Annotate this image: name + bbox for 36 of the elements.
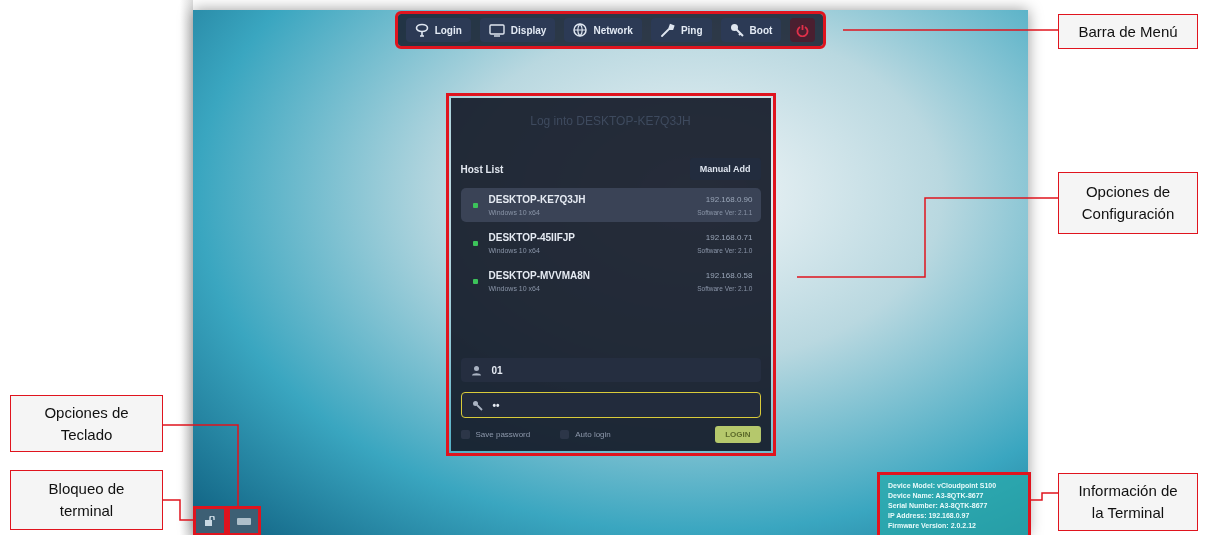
keyboard-icon xyxy=(237,517,251,525)
user-icon xyxy=(470,364,482,376)
monitor-icon xyxy=(488,23,505,37)
key-icon xyxy=(471,399,483,411)
cloud-icon xyxy=(414,23,429,37)
globe-icon xyxy=(573,23,588,37)
checkbox-option[interactable]: Save password xyxy=(460,430,531,439)
username-field[interactable]: 01 xyxy=(460,358,761,382)
manual-add-button[interactable]: Manual Add xyxy=(689,158,761,180)
callout-label: Opciones de Teclado xyxy=(10,395,163,452)
menu-button[interactable]: Boot xyxy=(720,18,782,42)
callout-label: Bloqueo de terminal xyxy=(10,470,163,530)
host-name: DESKTOP-KE7Q3JH xyxy=(488,194,587,205)
host-name: DESKTOP-MVVMA8N xyxy=(488,270,591,281)
menu-button[interactable]: Login xyxy=(405,18,471,42)
callout-label: Información de la Terminal xyxy=(1058,473,1198,531)
keyboard-button[interactable] xyxy=(230,509,258,533)
power-icon xyxy=(796,23,810,37)
callout-label: Barra de Menú xyxy=(1058,14,1198,49)
checkbox-option[interactable]: Auto login xyxy=(560,430,611,439)
padlock-icon xyxy=(204,516,216,526)
lock-button[interactable] xyxy=(196,509,224,533)
section-label: Host List xyxy=(460,163,504,175)
host-ip: 192.168.0.90 xyxy=(704,195,753,204)
host-name: DESKTOP-45IIFJP xyxy=(488,232,576,243)
callout-label: Opciones de Configuración xyxy=(1058,172,1198,234)
host-ip: 192.168.0.58 xyxy=(704,271,753,280)
menu-button[interactable]: Display xyxy=(479,18,556,42)
password-field[interactable]: •• xyxy=(460,392,761,418)
host-ip: 192.168.0.71 xyxy=(704,233,753,242)
menu-button[interactable]: Network xyxy=(564,18,642,42)
key-icon xyxy=(729,23,744,37)
leader-line xyxy=(1029,492,1059,501)
menu-button[interactable]: Ping xyxy=(650,18,712,42)
wrench-icon xyxy=(659,23,675,37)
power-button[interactable] xyxy=(790,18,816,42)
